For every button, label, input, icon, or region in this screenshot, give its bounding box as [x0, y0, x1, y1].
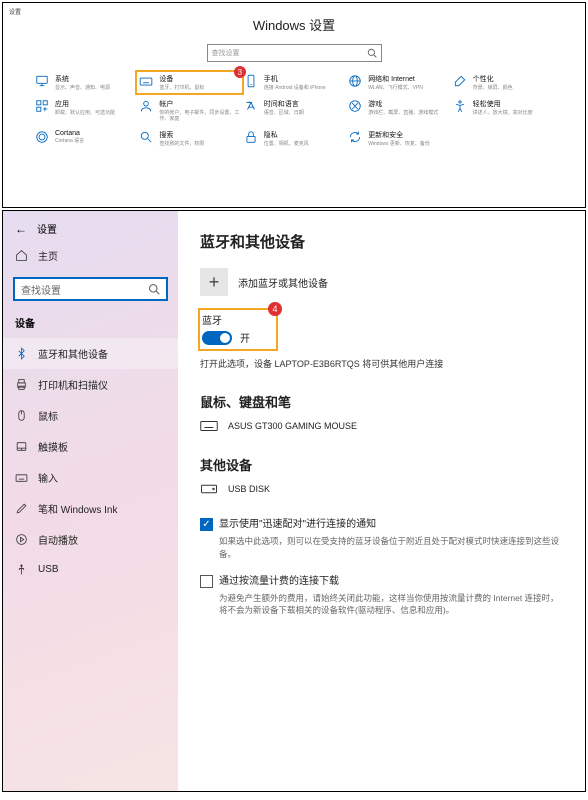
search-placeholder: 查找设置	[212, 48, 367, 58]
checkbox-metered-download[interactable]: 通过按流量计费的连接下载	[200, 575, 563, 588]
bluetooth-label: 蓝牙	[202, 312, 250, 327]
page-title: 蓝牙和其他设备	[200, 231, 563, 252]
section-mouse-keyboard: 鼠标、键盘和笔	[200, 392, 563, 411]
tile-network[interactable]: 网络和 InternetWLAN、飞行模式、VPN	[348, 74, 448, 91]
usb-icon	[15, 563, 28, 576]
bluetooth-toggle-group: 4 蓝牙 开	[200, 310, 276, 349]
section-other-devices: 其他设备	[200, 455, 563, 474]
bluetooth-toggle[interactable]: 开	[202, 330, 250, 345]
tile-search[interactable]: 搜索查找我的文件、权限	[139, 130, 239, 147]
toggle-switch-icon	[202, 331, 232, 345]
drive-icon	[200, 482, 218, 496]
tile-phone[interactable]: 手机连接 Android 设备和 iPhone	[244, 74, 344, 91]
window-label: 设置	[9, 7, 21, 16]
tile-accounts[interactable]: 帐户你的帐户、电子邮件、同步设置、工作、家庭	[139, 99, 239, 122]
bluetooth-description: 打开此选项，设备 LAPTOP-E3B6RTQS 将可供其他用户连接	[200, 357, 563, 370]
keyboard-icon	[15, 471, 28, 484]
brush-icon	[453, 74, 467, 88]
cortana-icon	[35, 130, 49, 144]
person-icon	[139, 99, 153, 113]
pen-icon	[15, 502, 28, 515]
checkbox-swift-pair[interactable]: ✓ 显示使用"迅速配对"进行连接的通知	[200, 518, 563, 531]
tile-privacy[interactable]: 隐私位置、相机、麦克风	[244, 130, 344, 147]
touchpad-icon	[15, 440, 28, 453]
device-row-usbdisk[interactable]: USB DISK	[200, 482, 563, 496]
search-icon	[367, 48, 377, 58]
bluetooth-icon	[15, 347, 28, 360]
nav-typing[interactable]: 输入	[3, 462, 178, 493]
nav-usb[interactable]: USB	[3, 555, 178, 584]
tile-ease-of-access[interactable]: 轻松使用讲述人、放大镜、高对比度	[453, 99, 553, 122]
home-icon	[15, 249, 28, 262]
nav-touchpad[interactable]: 触摸板	[3, 431, 178, 462]
globe-icon	[348, 74, 362, 88]
content-area: 蓝牙和其他设备 + 添加蓝牙或其他设备 4 蓝牙 开 打开此选项，设备 LAPT…	[178, 211, 585, 791]
tile-apps[interactable]: 应用卸载、默认应用、可选功能	[35, 99, 135, 122]
search-box[interactable]: 查找设置	[207, 44, 382, 62]
back-icon[interactable]: ←	[15, 222, 27, 236]
settings-devices-panel: ← 设置 主页 查找设置 设备 蓝牙和其他设备 打印机和扫描仪 鼠标 触摸板	[2, 210, 586, 792]
sidebar-search[interactable]: 查找设置	[13, 277, 168, 301]
window-header: ← 设置	[3, 217, 178, 240]
tile-personalization[interactable]: 个性化背景、锁屏、颜色	[453, 74, 553, 91]
update-icon	[348, 130, 362, 144]
settings-home-panel: 设置 Windows 设置 查找设置 系统显示、声音、通知、电源 3 设备蓝牙、…	[2, 2, 586, 208]
phone-icon	[244, 74, 258, 88]
search-icon	[139, 130, 153, 144]
tile-time-language[interactable]: 时间和语言语音、区域、日期	[244, 99, 344, 122]
nav-autoplay[interactable]: 自动播放	[3, 524, 178, 555]
nav-bluetooth[interactable]: 蓝牙和其他设备	[3, 338, 178, 369]
nav-printers[interactable]: 打印机和扫描仪	[3, 369, 178, 400]
tile-update-security[interactable]: 更新和安全Windows 更新、恢复、备份	[348, 130, 448, 147]
plus-icon: +	[200, 268, 228, 296]
lock-icon	[244, 130, 258, 144]
language-icon	[244, 99, 258, 113]
nav-home[interactable]: 主页	[3, 240, 178, 271]
sidebar: ← 设置 主页 查找设置 设备 蓝牙和其他设备 打印机和扫描仪 鼠标 触摸板	[3, 211, 178, 791]
nav-pen[interactable]: 笔和 Windows Ink	[3, 493, 178, 524]
tiles-grid: 系统显示、声音、通知、电源 3 设备蓝牙、打印机、鼠标 手机连接 Android…	[3, 74, 585, 147]
add-device-row[interactable]: + 添加蓝牙或其他设备	[200, 268, 563, 296]
keyboard-device-icon	[200, 419, 218, 433]
tile-system[interactable]: 系统显示、声音、通知、电源	[35, 74, 135, 91]
keyboard-icon	[139, 74, 153, 88]
checkbox-icon	[200, 575, 213, 588]
page-title: Windows 设置	[3, 15, 585, 34]
printer-icon	[15, 378, 28, 391]
autoplay-icon	[15, 533, 28, 546]
device-row-mouse[interactable]: ASUS GT300 GAMING MOUSE	[200, 419, 563, 433]
search-icon	[148, 283, 160, 295]
step-badge-3: 3	[234, 66, 246, 78]
swift-pair-hint: 如果选中此选项，则可以在受支持的蓝牙设备位于附近且处于配对模式时快速连接到这些设…	[219, 535, 563, 561]
sidebar-search-placeholder: 查找设置	[21, 282, 148, 297]
mouse-icon	[15, 409, 28, 422]
accessibility-icon	[453, 99, 467, 113]
checkbox-icon: ✓	[200, 518, 213, 531]
window-title: 设置	[37, 221, 57, 236]
tile-cortana[interactable]: CortanaCortana 语言	[35, 130, 135, 147]
step-badge-4: 4	[268, 302, 282, 316]
sidebar-section-title: 设备	[3, 311, 178, 338]
xbox-icon	[348, 99, 362, 113]
tile-devices[interactable]: 3 设备蓝牙、打印机、鼠标	[139, 74, 239, 91]
tile-gaming[interactable]: 游戏游戏栏、截屏、直播、游戏模式	[348, 99, 448, 122]
apps-icon	[35, 99, 49, 113]
nav-mouse[interactable]: 鼠标	[3, 400, 178, 431]
metered-hint: 为避免产生额外的费用，请始终关闭此功能，这样当你使用按流量计费的 Interne…	[219, 592, 563, 618]
monitor-icon	[35, 74, 49, 88]
